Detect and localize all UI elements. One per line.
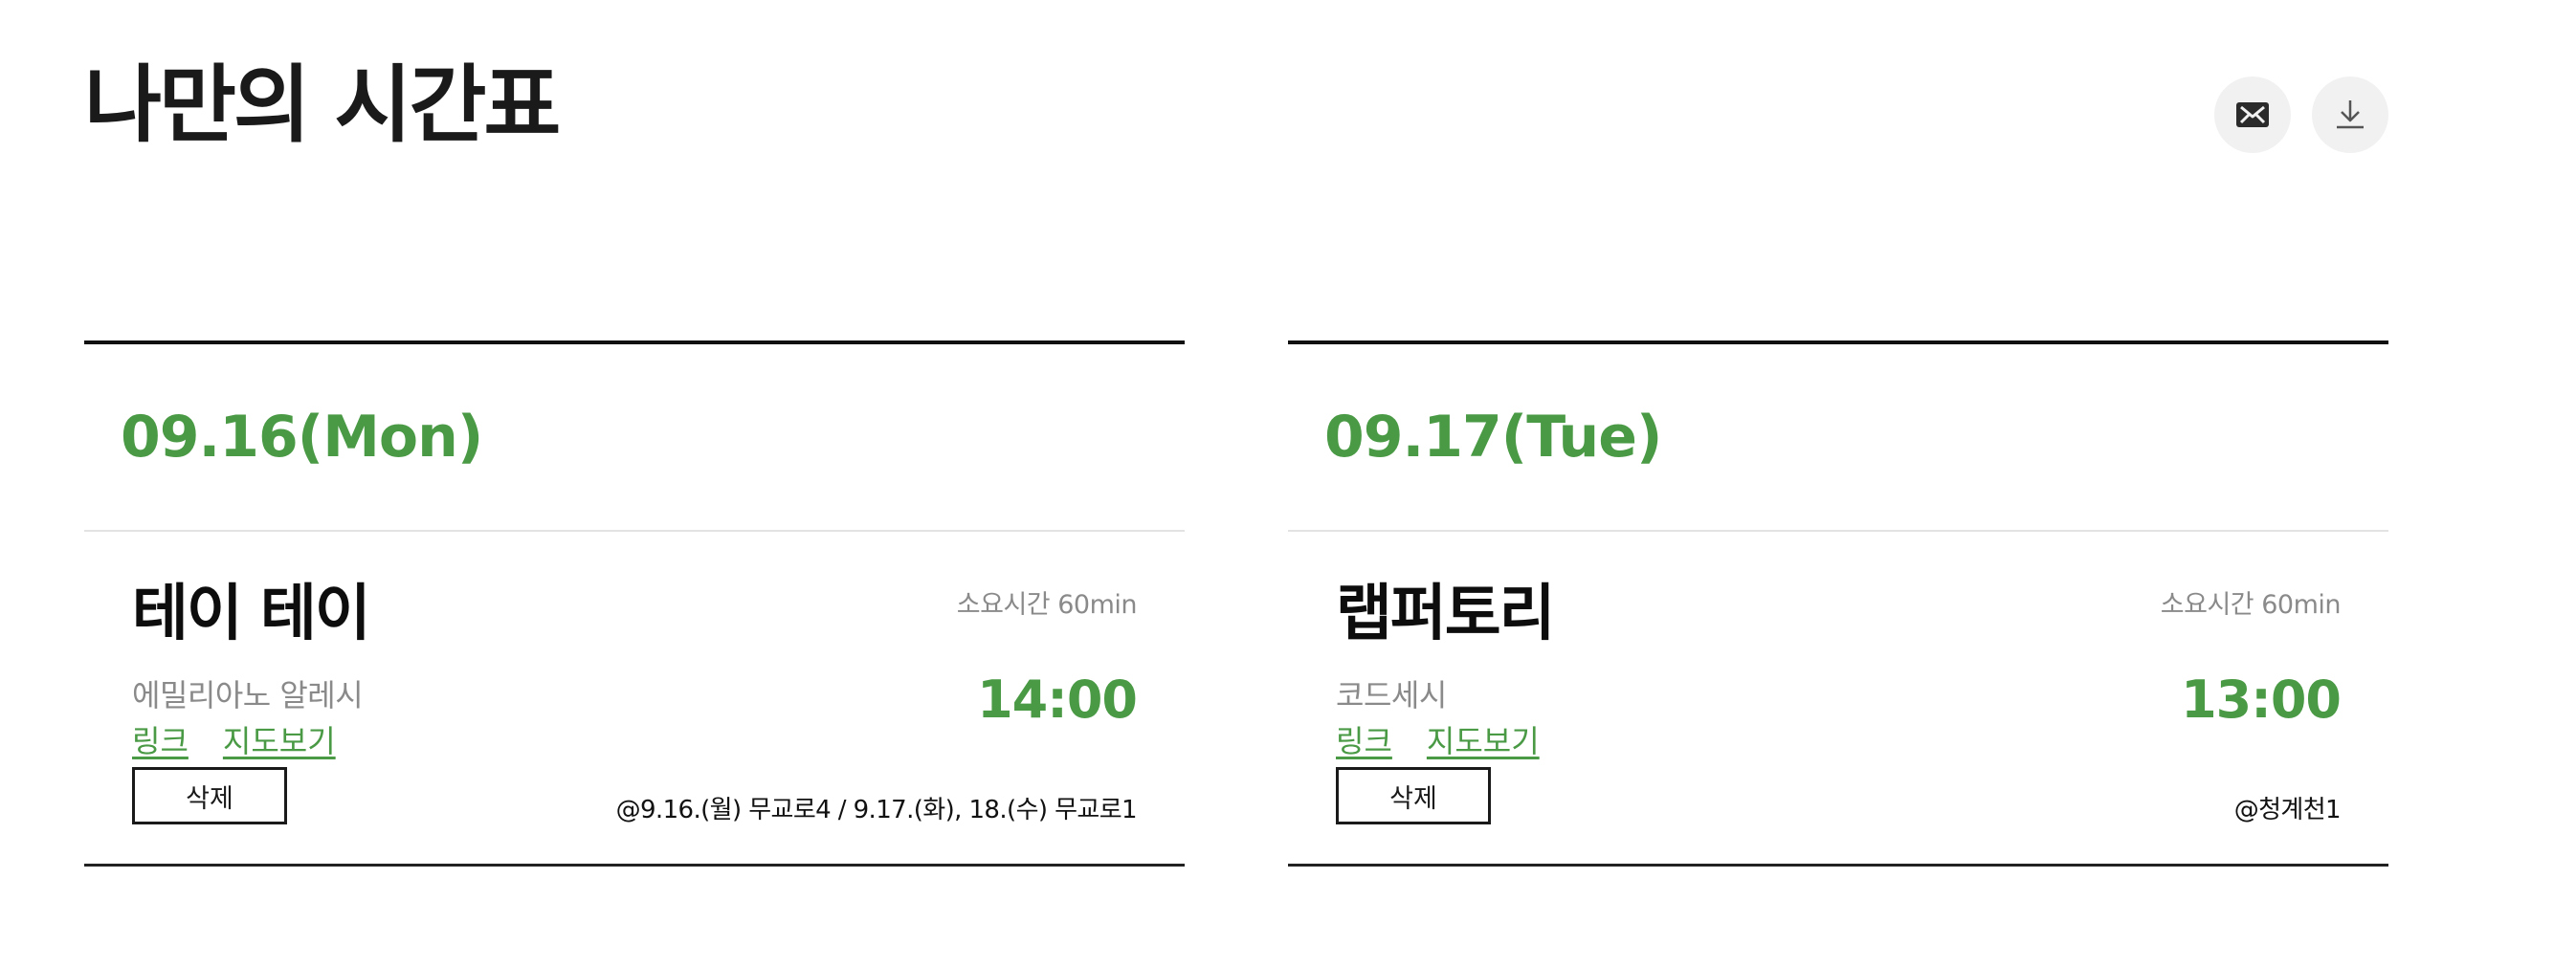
day-header: 09.17(Tue) xyxy=(1288,344,2388,532)
event-title: 테이 테이 xyxy=(132,579,371,649)
mail-button[interactable] xyxy=(2214,77,2291,153)
day-header: 09.16(Mon) xyxy=(84,344,1185,532)
event-link[interactable]: 링크 xyxy=(132,717,189,761)
event-duration: 소요시간 60min xyxy=(2160,590,2342,620)
event-artist: 에밀리아노 알레시 xyxy=(132,677,364,714)
download-button[interactable] xyxy=(2312,77,2388,153)
day-column-mon: 09.16(Mon) 테이 테이 소요시간 60min 에밀리아노 알레시 14… xyxy=(84,340,1185,867)
day-date: 09.17(Tue) xyxy=(1324,404,1662,471)
mail-icon xyxy=(2236,102,2269,127)
event-location: @청계천1 xyxy=(2233,796,2342,824)
event-title: 랩퍼토리 xyxy=(1336,579,1556,649)
event-link[interactable]: 링크 xyxy=(1336,717,1392,761)
event-artist: 코드세시 xyxy=(1336,677,1447,714)
day-column-tue: 09.17(Tue) 랩퍼토리 소요시간 60min 코드세시 13:00 링크… xyxy=(1288,340,2388,867)
event-duration: 소요시간 60min xyxy=(956,590,1138,620)
event-time: 14:00 xyxy=(977,670,1138,730)
download-icon xyxy=(2337,100,2364,129)
map-link[interactable]: 지도보기 xyxy=(1427,717,1540,761)
day-date: 09.16(Mon) xyxy=(121,404,483,471)
event-card: 랩퍼토리 소요시간 60min 코드세시 13:00 링크 지도보기 삭제 @청… xyxy=(1288,532,2388,867)
timetable-page: 나만의 시간표 09.16(Mon) 테이 테이 소요시간 60min 에밀리아… xyxy=(0,0,2576,966)
event-time: 13:00 xyxy=(2181,670,2342,730)
event-location: @9.16.(월) 무교로4 / 9.17.(화), 18.(수) 무교로1 xyxy=(615,796,1138,824)
delete-button[interactable]: 삭제 xyxy=(132,767,287,824)
map-link[interactable]: 지도보기 xyxy=(223,717,336,761)
event-card: 테이 테이 소요시간 60min 에밀리아노 알레시 14:00 링크 지도보기… xyxy=(84,532,1185,867)
event-links: 링크 지도보기 xyxy=(1336,717,1540,761)
event-links: 링크 지도보기 xyxy=(132,717,336,761)
page-title: 나만의 시간표 xyxy=(84,55,561,154)
delete-button[interactable]: 삭제 xyxy=(1336,767,1491,824)
